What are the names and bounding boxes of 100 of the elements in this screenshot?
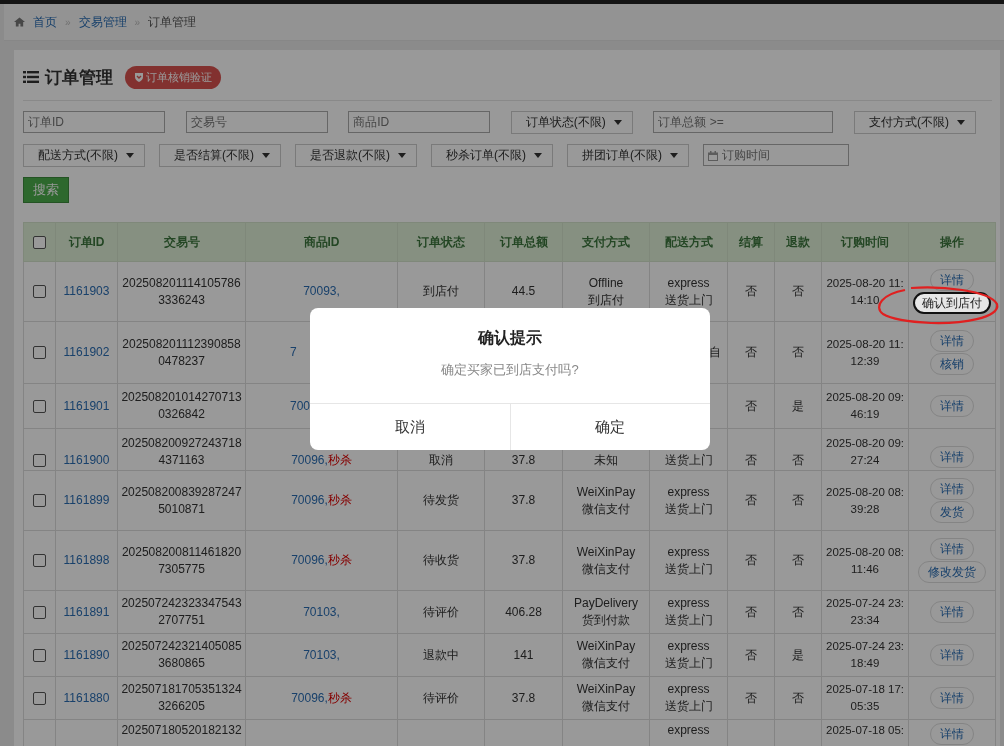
table-cell: 否 <box>792 493 804 507</box>
action-button[interactable]: 发货 <box>930 501 974 523</box>
table-cell: 待收货 <box>423 553 459 567</box>
action-button[interactable]: 详情 <box>930 601 974 623</box>
action-button[interactable]: 详情 <box>930 723 974 745</box>
table-cell-text: 2025-07-18 05: <box>825 723 905 738</box>
action-button[interactable]: 详情 <box>930 538 974 560</box>
breadcrumb-link[interactable]: 首页 <box>33 13 57 31</box>
action-button[interactable]: 详情 <box>930 269 974 291</box>
dialog-button[interactable]: 取消 <box>310 404 510 450</box>
row-checkbox[interactable] <box>33 648 46 662</box>
product-link[interactable]: 7 <box>290 345 297 359</box>
order-id-link[interactable]: 1161903 <box>63 284 110 298</box>
table-cell-text: 2025-08-20 09:27:24 <box>825 436 905 468</box>
product-link[interactable]: 70103, <box>303 647 340 662</box>
order-id-link[interactable]: 1161898 <box>63 553 110 567</box>
table-cell: 货到付款 <box>582 612 630 629</box>
column-header: 订单ID <box>55 222 118 262</box>
breadcrumb-current: 订单管理 <box>148 13 197 31</box>
table-cell: 否 <box>745 398 757 413</box>
table-cell-text: 2025-08-20 09:46:19 <box>825 390 905 422</box>
table-cell: 微信支付 <box>582 500 630 518</box>
column-header: 订单总额 <box>484 222 563 262</box>
product-link[interactable]: 700 <box>290 398 311 413</box>
table-cell: WeiXinPay <box>576 483 636 501</box>
table-cell: 37.8 <box>511 493 536 507</box>
order-id-link[interactable]: 1161899 <box>63 493 110 507</box>
row-checkbox[interactable] <box>33 399 46 413</box>
product-link[interactable]: 70103, <box>303 604 340 619</box>
row-checkbox[interactable] <box>33 285 46 299</box>
row-checkbox[interactable] <box>33 691 46 705</box>
order-id-link[interactable]: 1161902 <box>63 345 110 359</box>
filter-field[interactable]: 订单总额 >= <box>653 111 834 133</box>
table-cell: 2025082008392872475010871 <box>120 483 243 518</box>
action-button[interactable]: 详情 <box>930 687 974 709</box>
row-checkbox[interactable] <box>33 605 46 619</box>
table-cell-text: 2025082011141057863336243 <box>121 274 242 309</box>
table-cell: 2025071817053513243266205 <box>120 681 243 715</box>
product-link[interactable]: 70093, <box>303 284 340 298</box>
row-checkbox[interactable] <box>33 346 46 360</box>
flash-sale-tag: 秒杀 <box>327 553 352 567</box>
caret-icon <box>534 153 542 158</box>
filter-dropdown[interactable]: 订单状态(不限) <box>510 111 633 134</box>
flash-sale-tag: 秒杀 <box>327 493 352 507</box>
product-link[interactable]: 70096, <box>291 493 328 507</box>
filter-dropdown[interactable]: 拼团订单(不限) <box>567 144 689 167</box>
table-cell: 微信支付 <box>582 560 630 578</box>
table-cell: 37.8 <box>511 553 536 567</box>
caret-icon <box>398 153 406 158</box>
product-link[interactable]: 70096, <box>291 690 328 705</box>
table-cell: 否 <box>745 553 757 567</box>
table-cell-text: 2025-07-18 17:05:35 <box>825 682 905 714</box>
action-button[interactable]: 详情 <box>930 446 974 468</box>
filter-dropdown[interactable]: 秒杀订单(不限) <box>431 144 553 167</box>
row-checkbox[interactable] <box>33 494 46 508</box>
table-cell: 送货上门 <box>664 698 713 715</box>
select-all-checkbox[interactable] <box>33 236 46 250</box>
table-cell: 否 <box>792 345 804 359</box>
table-cell: 送货上门 <box>664 500 713 518</box>
breadcrumb-link[interactable]: 交易管理 <box>78 13 127 31</box>
filter-field[interactable]: 交易号 <box>185 111 328 133</box>
action-button[interactable]: 详情 <box>930 644 974 666</box>
action-button[interactable]: 确认到店付 <box>913 292 991 314</box>
filter-field[interactable]: 订单ID <box>23 111 165 133</box>
column-header: 结算 <box>727 222 775 262</box>
table-cell: WeiXinPay <box>576 638 636 655</box>
caret-icon <box>126 153 134 158</box>
dialog-button[interactable]: 确定 <box>509 404 710 450</box>
table-cell: 2025082009272437184371163 <box>120 435 243 469</box>
filter-field[interactable]: 商品ID <box>348 111 491 133</box>
table-cell: express <box>667 722 710 739</box>
product-link[interactable]: 70096, <box>291 553 328 567</box>
table-cell-text: 2025-08-20 11:14:10 <box>825 275 905 308</box>
table-cell: 否 <box>792 553 804 567</box>
action-button[interactable]: 详情 <box>930 330 974 352</box>
table-cell: 自 <box>709 344 721 361</box>
row-checkbox[interactable] <box>33 554 46 568</box>
table-cell: 送货上门 <box>664 452 713 469</box>
row-checkbox[interactable] <box>33 454 46 468</box>
table-cell: 202507180520182132 <box>120 722 243 739</box>
table-cell: 到店付 <box>423 284 459 298</box>
breadcrumb-separator: » <box>134 16 141 28</box>
verify-button[interactable]: 订单核销验证 <box>125 65 221 89</box>
action-button[interactable]: 详情 <box>930 395 974 417</box>
product-link[interactable]: 70096, <box>291 453 328 467</box>
action-button[interactable]: 核销 <box>930 353 974 375</box>
table-cell: express <box>667 483 710 501</box>
filter-dropdown[interactable]: 是否退款(不限) <box>295 144 417 167</box>
filter-dropdown[interactable]: 配送方式(不限) <box>23 144 145 167</box>
search-button[interactable]: 搜索 <box>23 177 69 203</box>
table-cell: 2025072423233475432707751 <box>120 595 243 629</box>
filter-dropdown[interactable]: 是否结算(不限) <box>159 144 281 167</box>
flash-sale-tag: 秒杀 <box>327 690 352 705</box>
table-cell: WeiXinPay <box>576 543 636 561</box>
column-header: 商品ID <box>245 222 398 262</box>
date-field[interactable]: 订购时间 <box>703 144 849 166</box>
action-button[interactable]: 修改发货 <box>918 561 986 583</box>
action-button[interactable]: 详情 <box>930 478 974 500</box>
filter-dropdown[interactable]: 支付方式(不限) <box>853 111 976 134</box>
table-cell-text: 2025-08-20 08:39:28 <box>825 484 905 517</box>
